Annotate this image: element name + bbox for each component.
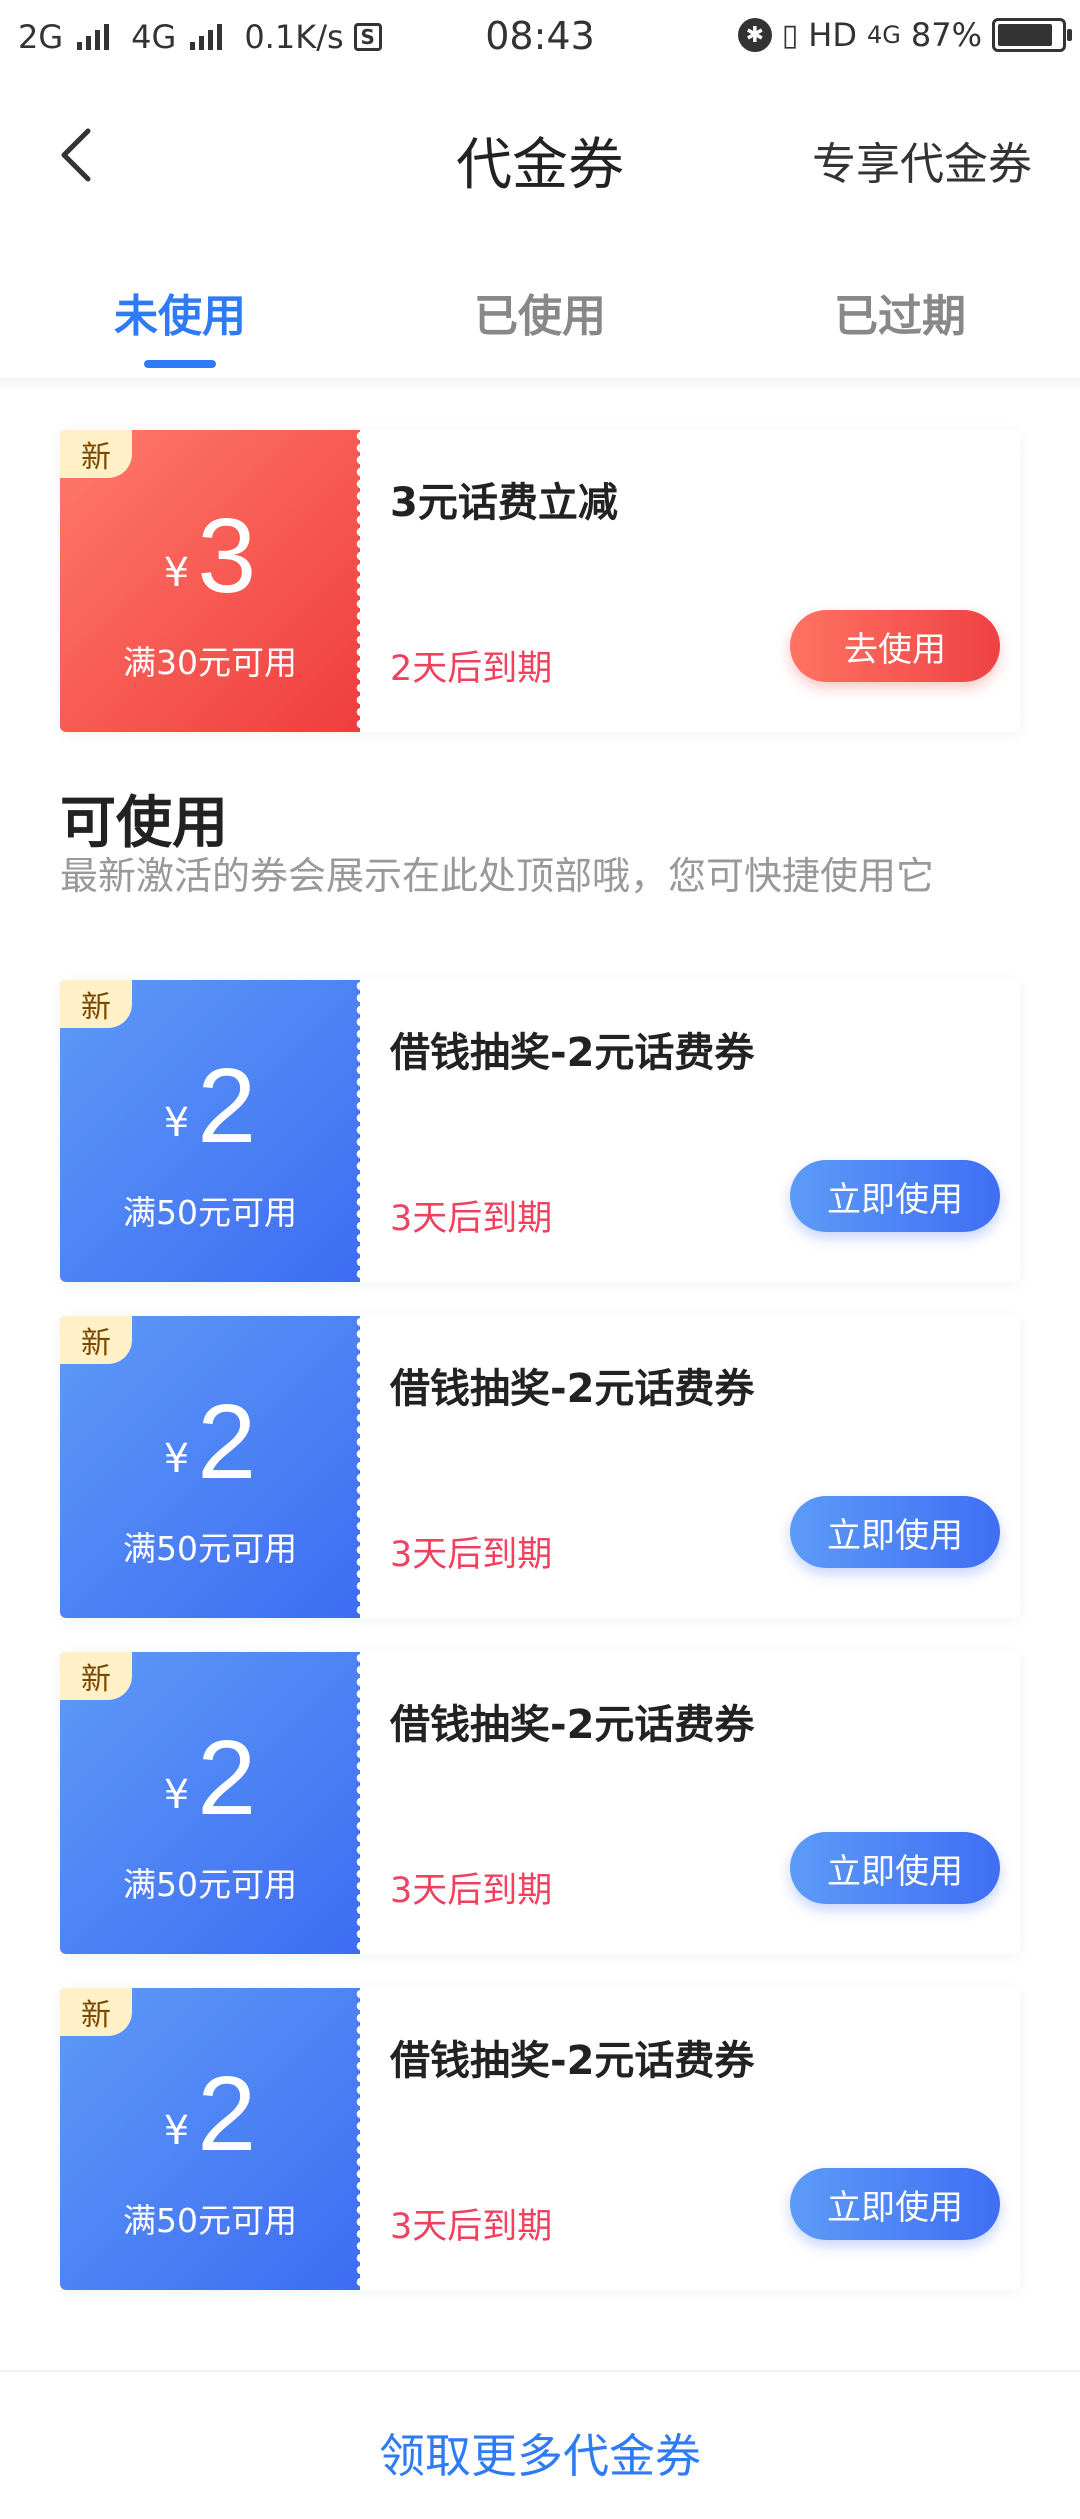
vibrate-icon: ▯ — [781, 17, 799, 53]
perforated-edge — [351, 1652, 361, 1954]
use-now-button[interactable]: 立即使用 — [790, 1832, 1000, 1904]
tab-bar: 未使用 已使用 已过期 — [0, 262, 1080, 382]
currency-symbol: ¥ — [163, 1436, 190, 1482]
coupon-condition: 满50元可用 — [123, 2201, 297, 2240]
divider — [0, 378, 1080, 392]
bottom-bar: 领取更多代金券 — [0, 2370, 1080, 2519]
coupon-amount: ¥3 — [60, 496, 360, 617]
coupon-title: 借钱抽奖-2元话费券 — [390, 2038, 755, 2084]
network-4g-indicator: 4G — [867, 21, 901, 49]
perforated-edge — [351, 430, 361, 732]
coupon-expiry: 2天后到期 — [390, 649, 553, 689]
perforated-edge — [351, 1988, 361, 2290]
coupon-title: 借钱抽奖-2元话费券 — [390, 1702, 755, 1748]
new-badge: 新 — [60, 1988, 132, 2036]
coupon-value-panel: 新 ¥2 满50元可用 — [60, 980, 361, 1282]
section-description: 最新激活的券会展示在此处顶部哦，您可快捷使用它 — [60, 854, 935, 898]
battery-icon — [992, 18, 1072, 52]
tab-used[interactable]: 已使用 — [360, 280, 720, 344]
use-now-button[interactable]: 立即使用 — [790, 1496, 1000, 1568]
status-bar: 2G 4G 0.1K/s S 08:43 ✱ ▯ HD 4G 87% — [0, 0, 1080, 72]
coupon-amount: ¥2 — [60, 1046, 360, 1167]
currency-symbol: ¥ — [163, 550, 190, 596]
new-badge: 新 — [60, 430, 132, 478]
perforated-edge — [351, 1316, 361, 1618]
coupon-value-panel: 新 ¥2 满50元可用 — [60, 1652, 361, 1954]
battery-percent: 87% — [910, 16, 982, 54]
section-title: 可使用 — [60, 791, 228, 856]
currency-symbol: ¥ — [163, 1772, 190, 1818]
bluetooth-icon: ✱ — [737, 18, 772, 52]
coupon-title: 借钱抽奖-2元话费券 — [390, 1366, 755, 1412]
coupon-title: 3元话费立减 — [390, 480, 618, 526]
hd-label: HD — [808, 16, 857, 54]
coupon-card: 新 ¥2 满50元可用 借钱抽奖-2元话费券 3天后到期 立即使用 — [60, 980, 1020, 1282]
coupon-expiry: 3天后到期 — [390, 1871, 553, 1911]
active-tab-indicator — [144, 360, 216, 368]
perforated-edge — [351, 980, 361, 1282]
exclusive-vouchers-link[interactable]: 专享代金券 — [812, 128, 1032, 192]
coupon-amount: ¥2 — [60, 1382, 360, 1503]
use-now-button[interactable]: 立即使用 — [790, 1160, 1000, 1232]
coupon-condition: 满30元可用 — [123, 643, 297, 682]
currency-symbol: ¥ — [163, 2108, 190, 2154]
coupon-condition: 满50元可用 — [123, 1529, 297, 1568]
coupon-condition: 满50元可用 — [123, 1193, 297, 1232]
coupon-amount: ¥2 — [60, 1718, 360, 1839]
amount-value: 2 — [197, 1719, 257, 1837]
tab-unused[interactable]: 未使用 — [0, 280, 360, 344]
coupon-value-panel: 新 ¥3 满30元可用 — [60, 430, 361, 732]
currency-symbol: ¥ — [163, 1100, 190, 1146]
amount-value: 2 — [197, 2055, 257, 2173]
coupon-expiry: 3天后到期 — [390, 1199, 553, 1239]
featured-coupon-card: 新 ¥3 满30元可用 3元话费立减 2天后到期 去使用 — [60, 430, 1020, 732]
coupon-condition: 满50元可用 — [123, 1865, 297, 1904]
use-coupon-button[interactable]: 去使用 — [790, 610, 1000, 682]
amount-value: 3 — [197, 497, 257, 615]
tab-expired[interactable]: 已过期 — [720, 280, 1080, 344]
amount-value: 2 — [197, 1383, 257, 1501]
new-badge: 新 — [60, 1652, 132, 1700]
coupon-card: 新 ¥2 满50元可用 借钱抽奖-2元话费券 3天后到期 立即使用 — [60, 1652, 1020, 1954]
new-badge: 新 — [60, 1316, 132, 1364]
coupon-card: 新 ¥2 满50元可用 借钱抽奖-2元话费券 3天后到期 立即使用 — [60, 1988, 1020, 2290]
status-right: ✱ ▯ HD 4G 87% — [737, 16, 1072, 54]
coupon-title: 借钱抽奖-2元话费券 — [390, 1030, 755, 1076]
coupon-expiry: 3天后到期 — [390, 1535, 553, 1575]
coupon-value-panel: 新 ¥2 满50元可用 — [60, 1316, 361, 1618]
amount-value: 2 — [197, 1047, 257, 1165]
coupon-card: 新 ¥2 满50元可用 借钱抽奖-2元话费券 3天后到期 立即使用 — [60, 1316, 1020, 1618]
use-now-button[interactable]: 立即使用 — [790, 2168, 1000, 2240]
coupon-amount: ¥2 — [60, 2054, 360, 2175]
coupon-value-panel: 新 ¥2 满50元可用 — [60, 1988, 361, 2290]
coupon-expiry: 3天后到期 — [390, 2207, 553, 2247]
nav-bar: 代金券 专享代金券 — [0, 90, 1080, 220]
new-badge: 新 — [60, 980, 132, 1028]
get-more-vouchers-link[interactable]: 领取更多代金券 — [0, 2420, 1080, 2486]
